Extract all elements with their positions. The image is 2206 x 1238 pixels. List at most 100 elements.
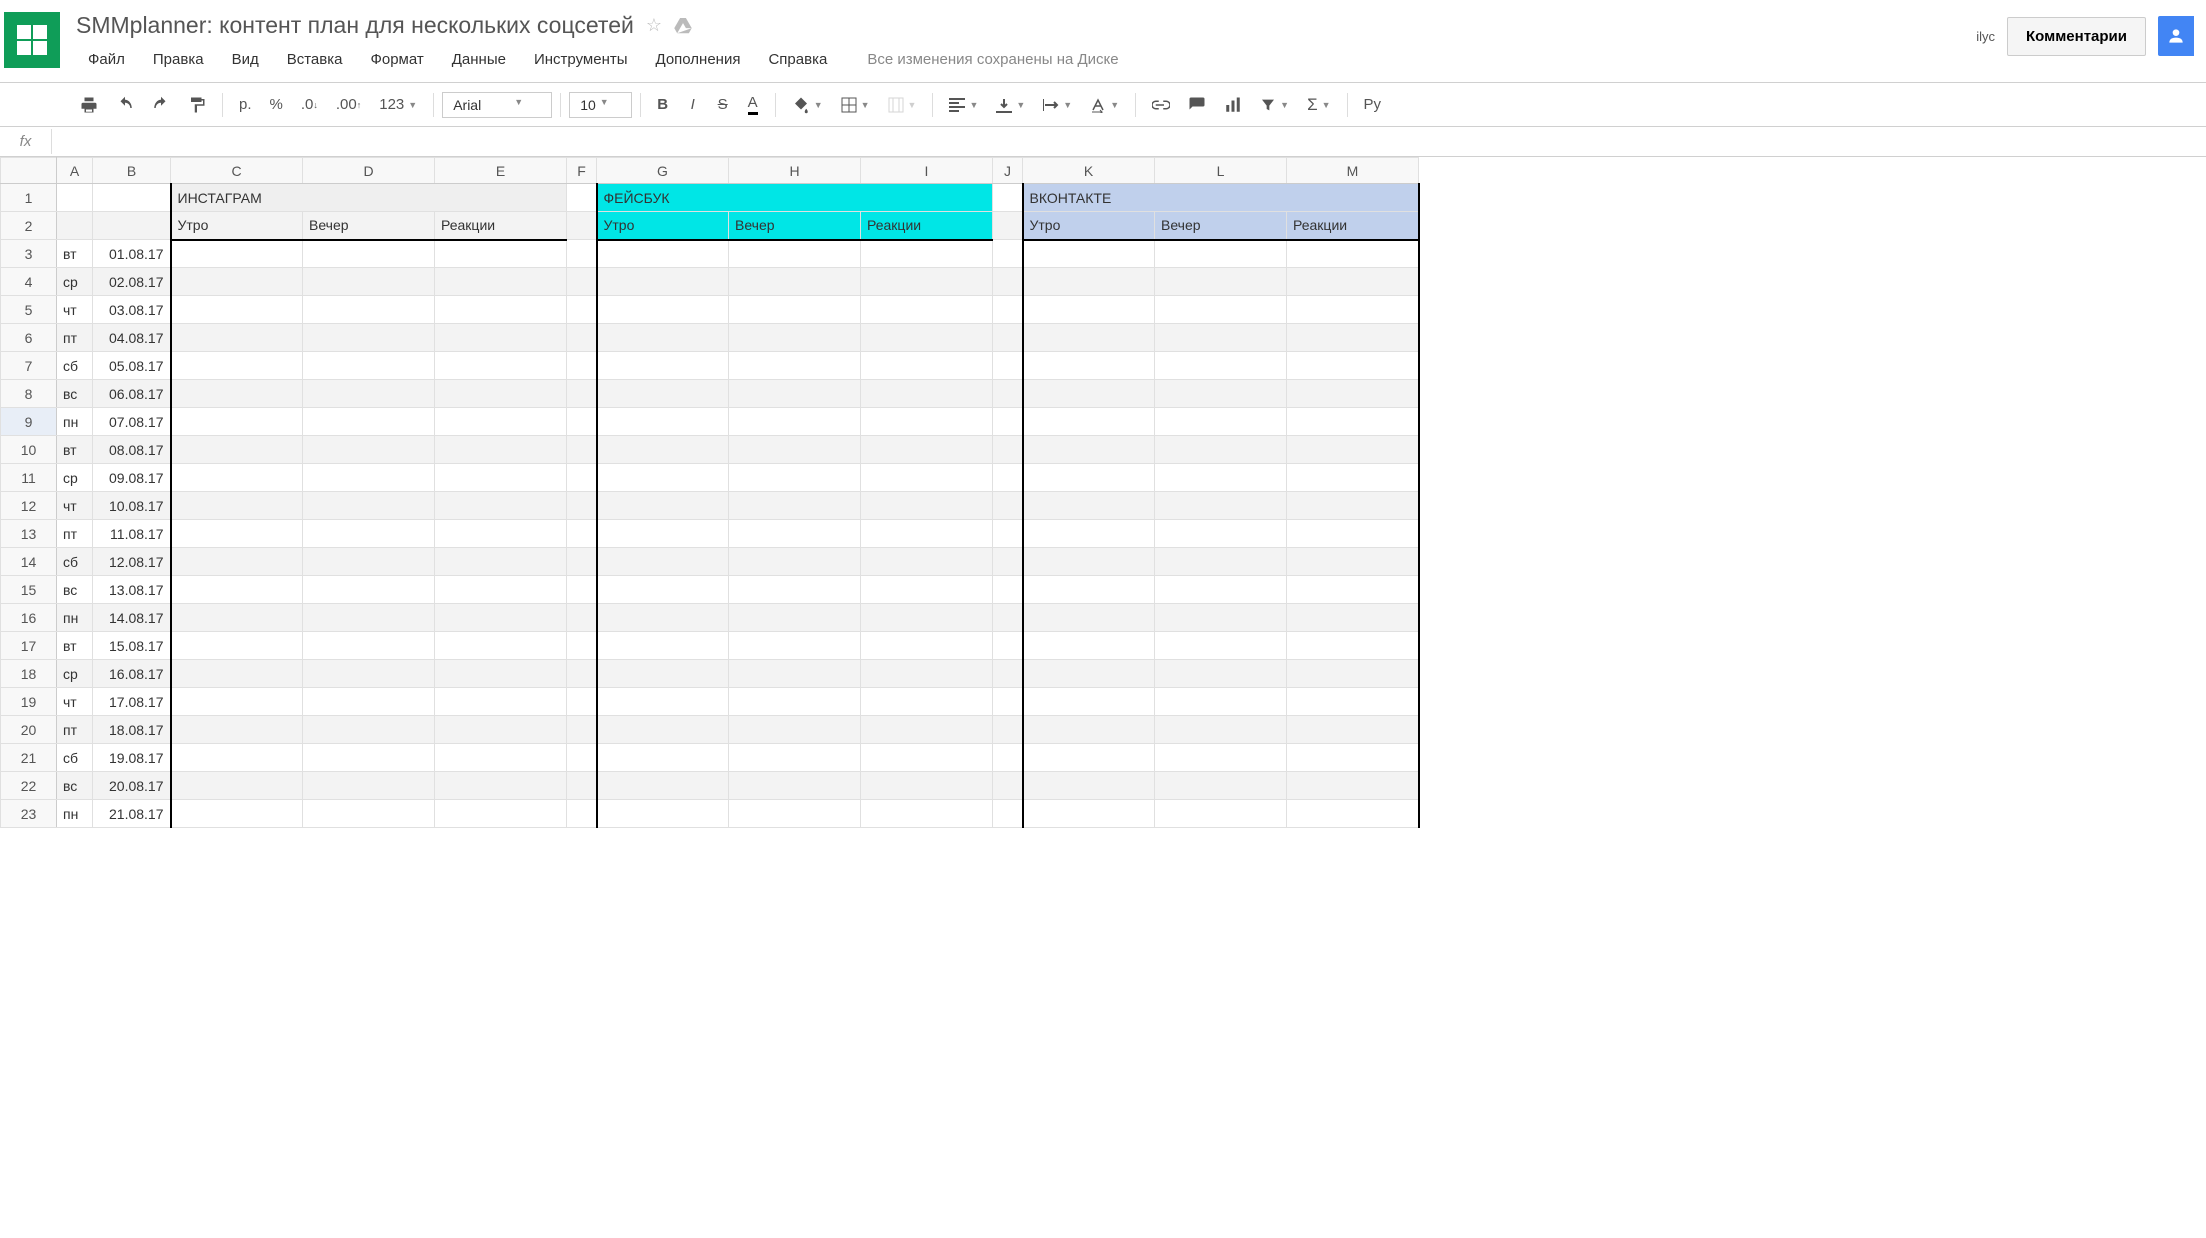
cell[interactable]	[567, 576, 597, 604]
subheader-evening[interactable]: Вечер	[1155, 212, 1287, 240]
row-header[interactable]: 6	[1, 324, 57, 352]
app-logo[interactable]	[4, 12, 60, 68]
row-header[interactable]: 22	[1, 772, 57, 800]
row-header[interactable]: 21	[1, 744, 57, 772]
cell[interactable]	[567, 464, 597, 492]
cell[interactable]	[729, 632, 861, 660]
cell[interactable]	[1287, 800, 1419, 828]
cell[interactable]	[171, 296, 303, 324]
cell[interactable]	[171, 380, 303, 408]
cell[interactable]	[1287, 408, 1419, 436]
bold-button[interactable]: B	[649, 91, 677, 119]
cell[interactable]	[597, 800, 729, 828]
cell[interactable]	[861, 464, 993, 492]
cell-day[interactable]: чт	[57, 492, 93, 520]
cell-date[interactable]: 13.08.17	[93, 576, 171, 604]
cell[interactable]	[435, 660, 567, 688]
cell[interactable]	[729, 408, 861, 436]
cell[interactable]	[435, 744, 567, 772]
cell[interactable]	[993, 744, 1023, 772]
cell-date[interactable]: 20.08.17	[93, 772, 171, 800]
cell[interactable]	[729, 688, 861, 716]
subheader-reactions[interactable]: Реакции	[1287, 212, 1419, 240]
col-header-G[interactable]: G	[597, 158, 729, 184]
row-header[interactable]: 16	[1, 604, 57, 632]
cell[interactable]	[1155, 576, 1287, 604]
cell[interactable]	[1023, 380, 1155, 408]
cell[interactable]	[729, 716, 861, 744]
cell[interactable]	[1155, 324, 1287, 352]
cell[interactable]	[303, 716, 435, 744]
cell[interactable]	[171, 744, 303, 772]
cell[interactable]	[93, 184, 171, 212]
cell[interactable]	[567, 604, 597, 632]
row-header[interactable]: 15	[1, 576, 57, 604]
cell[interactable]	[1023, 632, 1155, 660]
cell[interactable]	[567, 268, 597, 296]
row-header[interactable]: 19	[1, 688, 57, 716]
row-header[interactable]: 5	[1, 296, 57, 324]
menu-format[interactable]: Формат	[358, 47, 435, 72]
menu-addons[interactable]: Дополнения	[644, 47, 753, 72]
cell[interactable]	[171, 660, 303, 688]
cell[interactable]	[57, 212, 93, 240]
cell[interactable]	[861, 240, 993, 268]
cell[interactable]	[435, 800, 567, 828]
cell[interactable]	[1023, 324, 1155, 352]
cell[interactable]	[993, 716, 1023, 744]
h-align-button[interactable]: ▼	[941, 91, 986, 119]
subheader-evening[interactable]: Вечер	[303, 212, 435, 240]
cell[interactable]	[435, 548, 567, 576]
cell-day[interactable]: пт	[57, 324, 93, 352]
cell-day[interactable]: пн	[57, 800, 93, 828]
cell-date[interactable]: 05.08.17	[93, 352, 171, 380]
col-header-J[interactable]: J	[993, 158, 1023, 184]
cell[interactable]	[567, 548, 597, 576]
cell[interactable]	[729, 604, 861, 632]
cell-date[interactable]: 02.08.17	[93, 268, 171, 296]
cell[interactable]	[993, 408, 1023, 436]
cell[interactable]	[303, 576, 435, 604]
cell-date[interactable]: 09.08.17	[93, 464, 171, 492]
cell-date[interactable]: 15.08.17	[93, 632, 171, 660]
cell[interactable]	[435, 520, 567, 548]
cell[interactable]	[597, 772, 729, 800]
row-header[interactable]: 9	[1, 408, 57, 436]
subheader-morning[interactable]: Утро	[597, 212, 729, 240]
cell[interactable]	[729, 380, 861, 408]
cell[interactable]	[171, 324, 303, 352]
cell[interactable]	[597, 352, 729, 380]
cell[interactable]	[567, 324, 597, 352]
cell[interactable]	[729, 464, 861, 492]
row-header[interactable]: 1	[1, 184, 57, 212]
cell-day[interactable]: вс	[57, 576, 93, 604]
cell[interactable]	[729, 548, 861, 576]
row-header[interactable]: 13	[1, 520, 57, 548]
cell[interactable]	[171, 688, 303, 716]
col-header-D[interactable]: D	[303, 158, 435, 184]
cell[interactable]	[567, 800, 597, 828]
cell[interactable]	[1155, 604, 1287, 632]
cell[interactable]	[435, 604, 567, 632]
text-rotation-button[interactable]: ▼	[1082, 91, 1127, 119]
cell[interactable]	[1155, 240, 1287, 268]
cell[interactable]	[435, 688, 567, 716]
cell[interactable]	[1287, 688, 1419, 716]
cell[interactable]	[861, 268, 993, 296]
cell[interactable]	[993, 464, 1023, 492]
more-formats-button[interactable]: 123▼	[371, 91, 425, 119]
cell[interactable]	[435, 436, 567, 464]
col-header-I[interactable]: I	[861, 158, 993, 184]
cell[interactable]	[303, 296, 435, 324]
cell[interactable]	[597, 604, 729, 632]
cell[interactable]	[597, 408, 729, 436]
cell[interactable]	[597, 464, 729, 492]
cell[interactable]	[567, 380, 597, 408]
borders-button[interactable]: ▼	[833, 91, 878, 119]
italic-button[interactable]: I	[679, 91, 707, 119]
cell-day[interactable]: чт	[57, 296, 93, 324]
cell[interactable]	[303, 632, 435, 660]
cell[interactable]	[435, 408, 567, 436]
undo-icon[interactable]	[108, 91, 142, 119]
cell[interactable]	[861, 660, 993, 688]
